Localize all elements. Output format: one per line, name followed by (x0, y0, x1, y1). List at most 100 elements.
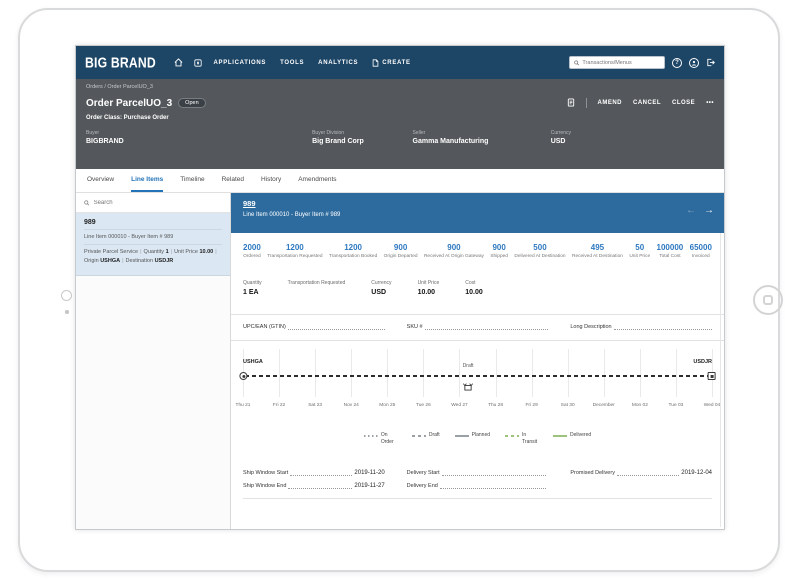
field-transportation-requested: Transportation Requested (288, 280, 346, 297)
metric-total-cost: 100000Total Cost (657, 243, 684, 259)
empty-cell (570, 483, 712, 489)
destination-location-label: USDJR (693, 359, 712, 365)
more-actions-button[interactable]: ••• (706, 100, 714, 106)
scrollbar[interactable] (720, 197, 721, 527)
breadcrumb-orders[interactable]: Orders (86, 84, 103, 90)
green-dashed-line-sample (505, 435, 519, 437)
timeline-legend: On Order Draft Planned In Transit Delive… (231, 432, 724, 445)
note-icon[interactable] (567, 94, 575, 112)
destination-marker-icon[interactable] (708, 372, 716, 380)
status-badge: Open (178, 98, 205, 108)
buyer-label: Buyer (86, 130, 312, 136)
field-ship-window-end[interactable]: Ship Window End2019-11-27 (243, 483, 385, 489)
timeline-tick: Sat 23 (315, 349, 316, 397)
global-search[interactable] (569, 56, 665, 69)
create-doc-icon (372, 59, 379, 67)
field-promised-delivery[interactable]: Promised Delivery2019-12-04 (570, 470, 712, 476)
tab-bar: Overview Line Items Timeline Related His… (76, 169, 724, 193)
cancel-button[interactable]: CANCEL (633, 100, 661, 106)
field-upc-ean[interactable]: UPC/EAN (GTIN) (243, 324, 385, 330)
timeline-tick: Tue 26 (423, 349, 424, 397)
summary-buyer-division: Buyer Division Big Brand Corp (312, 130, 412, 145)
draft-marker-label: Draft (463, 363, 474, 369)
metric-shipped: 900Shipped (490, 243, 508, 259)
tab-related[interactable]: Related (222, 169, 244, 192)
tab-amendments[interactable]: Amendments (298, 169, 336, 192)
next-item-arrow[interactable]: → (704, 205, 714, 216)
list-item-id: 989 (84, 219, 222, 229)
prev-item-arrow[interactable]: ← (686, 205, 696, 216)
line-item-detail-panel: 989 Line Item 000010 - Buyer Item # 989 … (231, 193, 724, 530)
field-sku[interactable]: SKU # (407, 324, 549, 330)
timeline-tick: Sat 30 (568, 349, 569, 397)
legend-on-order: On Order (364, 432, 397, 445)
actions-divider (586, 98, 587, 108)
user-icon[interactable] (689, 58, 699, 68)
field-delivery-start[interactable]: Delivery Start (407, 470, 549, 476)
list-item-details: Private Parcel Service|Quantity 1|Unit P… (84, 244, 222, 268)
list-item-line1: Line Item 000010 - Buyer Item # 989 (84, 229, 222, 244)
sidebar-search-input[interactable] (94, 200, 222, 206)
shipment-timeline-chart: Thu 21 Fri 22 Sat 23 Nov 24 Mon 25 Tue 2… (243, 349, 712, 411)
draft-shipment-marker[interactable]: Draft (463, 363, 474, 396)
tab-history[interactable]: History (261, 169, 281, 192)
global-search-input[interactable] (582, 60, 660, 66)
metric-origin-departed: 900Origin Departed (384, 243, 418, 259)
tablet-home-button[interactable] (753, 285, 783, 315)
field-long-description[interactable]: Long Description (570, 324, 712, 330)
field-currency: CurrencyUSD (371, 280, 391, 297)
field-unit-price: Unit Price10.00 (418, 280, 440, 297)
close-button[interactable]: CLOSE (672, 100, 695, 106)
line-item-id-link[interactable]: 989 (243, 199, 712, 208)
field-quantity: Quantity1 EA (243, 280, 262, 297)
timeline-tick: Fri 22 (279, 349, 280, 397)
workbench-icon[interactable] (194, 59, 202, 67)
list-item-989[interactable]: 989 Line Item 000010 - Buyer Item # 989 … (76, 213, 230, 276)
field-delivery-end[interactable]: Delivery End (407, 483, 549, 489)
top-navbar: BIG BRAND APPLICATIONS TOOLS ANALYTICS C… (76, 46, 724, 79)
brand-logo: BIG BRAND (85, 54, 156, 71)
order-actions: AMEND CANCEL CLOSE ••• (567, 94, 714, 112)
field-cost: Cost10.00 (465, 280, 483, 297)
amend-button[interactable]: AMEND (598, 100, 623, 106)
metric-received-destination: 495Received At Destination (572, 243, 623, 259)
tablet-camera-dot (65, 310, 69, 314)
navbar-right: ? (569, 56, 715, 69)
order-header: Orders / Order ParcelUO_3 Order ParcelUO… (76, 79, 724, 169)
buyer-value: BIGBRAND (86, 138, 312, 145)
identifier-form-row: UPC/EAN (GTIN) SKU # Long Description (231, 315, 724, 340)
summary-buyer: Buyer BIGBRAND (86, 130, 312, 145)
package-icon (463, 382, 474, 391)
tab-line-items[interactable]: Line Items (131, 169, 163, 192)
search-icon (84, 200, 90, 206)
dotted-line-sample (364, 435, 378, 437)
nav-item-analytics[interactable]: ANALYTICS (318, 60, 358, 66)
nav-item-create[interactable]: CREATE (372, 59, 410, 67)
sidebar-search[interactable] (76, 193, 230, 213)
field-ship-window-start[interactable]: Ship Window Start2019-11-20 (243, 470, 385, 476)
app-screen: BIG BRAND APPLICATIONS TOOLS ANALYTICS C… (75, 45, 725, 530)
currency-label: Currency (551, 130, 714, 136)
detail-fields-row: Quantity1 EA Transportation Requested Cu… (231, 280, 724, 297)
quantity-value: 1 (166, 249, 169, 255)
nav-item-applications[interactable]: APPLICATIONS (213, 60, 266, 66)
tablet-home-button-square (763, 295, 773, 305)
timeline-tick: Mon 02 (640, 349, 641, 397)
metric-invoiced: 65000Invoiced (690, 243, 712, 259)
dashed-line-sample (412, 435, 426, 437)
dates-form: Ship Window Start2019-11-20 Delivery Sta… (231, 470, 724, 489)
nav-item-create-label: CREATE (382, 60, 410, 66)
origin-marker-icon[interactable] (239, 372, 247, 380)
tab-timeline[interactable]: Timeline (180, 169, 204, 192)
help-icon[interactable]: ? (672, 58, 682, 68)
tab-overview[interactable]: Overview (87, 169, 114, 192)
nav-item-tools[interactable]: TOOLS (280, 60, 304, 66)
breadcrumb-current: Order ParcelUO_3 (107, 84, 153, 90)
home-icon[interactable] (174, 58, 183, 67)
metric-delivered-destination: 500Delivered At Destination (514, 243, 565, 259)
origin-label: Origin (84, 258, 99, 264)
quantity-label: Quantity (144, 249, 164, 255)
sign-out-icon[interactable] (706, 58, 715, 67)
unit-price-value: 10.00 (199, 249, 213, 255)
timeline-tick: Tue 03 (676, 349, 677, 397)
